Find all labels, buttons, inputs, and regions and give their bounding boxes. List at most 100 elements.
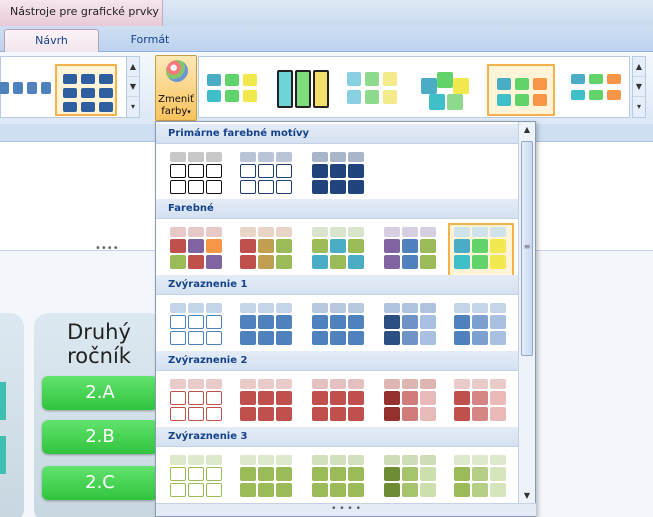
scroll-down-icon[interactable]: ▼ [127,77,139,97]
swatch-cell [258,455,274,465]
swatch-cell [384,483,400,497]
class-pill-partial[interactable] [0,382,6,420]
change-colors-dropdown: Primárne farebné motívy Farebné Zvýrazneni… [155,121,536,517]
color-swatch[interactable] [164,223,230,277]
grip-icon: ≡ [523,242,531,251]
class-pill-partial[interactable] [0,436,6,474]
tab-format[interactable]: Formát [105,29,195,53]
color-swatch[interactable] [378,375,444,429]
color-swatch[interactable] [448,223,514,277]
swatch-cell [454,315,470,329]
color-swatch[interactable] [448,375,514,429]
swatch-cell [170,483,186,497]
style-thumb[interactable] [563,64,625,116]
swatch-cell [384,467,400,481]
color-swatch[interactable] [306,148,372,202]
color-swatch[interactable] [378,299,444,353]
swatch-cell [454,227,470,237]
class-pill-2c[interactable]: 2.C [42,466,158,500]
color-swatch[interactable] [164,299,230,353]
swatch-cell [384,239,400,253]
scroll-up-icon[interactable]: ▲ [519,122,535,138]
scrollbar-thumb[interactable]: ≡ [521,141,533,356]
column-title[interactable]: Druhý ročník [34,320,164,368]
swatch-cell [402,239,418,253]
color-swatch[interactable] [164,148,230,202]
class-pill-2a[interactable]: 2.A [42,376,158,410]
swatch-cell [454,255,470,269]
contextual-tab-header: Nástroje pre grafické prvky SmartArt [0,0,653,42]
swatch-cell [170,255,186,269]
style-thumb-selected[interactable] [487,64,555,116]
swatch-cell [170,315,186,329]
color-swatch[interactable] [378,223,444,277]
style-thumb[interactable] [341,64,403,116]
class-pill-2b[interactable]: 2.B [42,420,158,454]
color-swatch[interactable] [234,375,300,429]
scroll-up-icon[interactable]: ▲ [633,57,645,77]
swatch-cell [402,455,418,465]
layout-thumb-selected[interactable] [55,64,117,116]
scroll-down-icon[interactable]: ▼ [519,488,535,504]
swatch-cell [188,315,204,329]
color-swatch[interactable] [234,148,300,202]
color-swatch[interactable] [234,451,300,505]
style-thumb[interactable] [201,64,263,116]
swatch-cell [312,164,328,178]
swatch-cell [402,391,418,405]
swatch-cell [170,239,186,253]
swatch-cell [402,227,418,237]
swatch-cell [206,227,222,237]
swatch-cell [170,303,186,313]
swatch-cell [206,180,222,194]
swatch-cell [312,152,328,162]
swatch-cell [276,180,292,194]
color-swatch[interactable] [448,299,514,353]
swatch-cell [312,483,328,497]
style-thumb[interactable] [417,64,479,116]
swatch-cell [402,483,418,497]
swatch-cell [454,483,470,497]
swatch-cell [420,227,436,237]
scroll-down-icon[interactable]: ▼ [633,77,645,97]
dropdown-scrollbar[interactable]: ▲ ≡ ▼ [518,122,535,504]
color-swatch[interactable] [306,299,372,353]
scroll-up-icon[interactable]: ▲ [127,57,139,77]
color-swatch[interactable] [234,299,300,353]
color-swatch[interactable] [234,223,300,277]
more-icon[interactable]: ▾ [127,97,139,117]
layouts-gallery-scroll[interactable]: ▲ ▼ ▾ [126,56,140,118]
dropdown-resize-grip[interactable]: • • • • [156,503,536,516]
color-swatch[interactable] [164,451,230,505]
color-swatch[interactable] [164,375,230,429]
swatch-cell [188,407,204,421]
layout-thumb[interactable] [0,64,59,116]
tab-navrh[interactable]: Návrh [4,29,99,53]
swatch-cell [330,227,346,237]
color-swatch[interactable] [306,451,372,505]
swatch-cell [276,227,292,237]
more-icon[interactable]: ▾ [633,97,645,117]
swatch-cell [348,331,364,345]
smartart-tools-title: Nástroje pre grafické prvky SmartArt [0,0,163,42]
change-colors-label-line1: Zmeniť [158,94,194,105]
color-swatch[interactable] [378,451,444,505]
swatch-cell [330,379,346,389]
swatch-cell [240,407,256,421]
style-thumb[interactable] [271,64,333,116]
swatch-cell [312,315,328,329]
swatch-cell [240,483,256,497]
color-swatch[interactable] [306,375,372,429]
styles-gallery-scroll[interactable]: ▲ ▼ ▾ [632,56,646,118]
swatch-cell [170,467,186,481]
swatch-cell [240,180,256,194]
swatch-cell [240,467,256,481]
color-swatch[interactable] [448,451,514,505]
swatch-cell [348,379,364,389]
resize-grip-icon[interactable]: •••• [95,243,119,254]
swatch-cell [240,391,256,405]
section-header: Farebné [156,199,518,219]
color-swatch[interactable] [306,223,372,277]
change-colors-button[interactable]: Zmeniť farby▾ [155,55,197,121]
swatch-cell [312,391,328,405]
